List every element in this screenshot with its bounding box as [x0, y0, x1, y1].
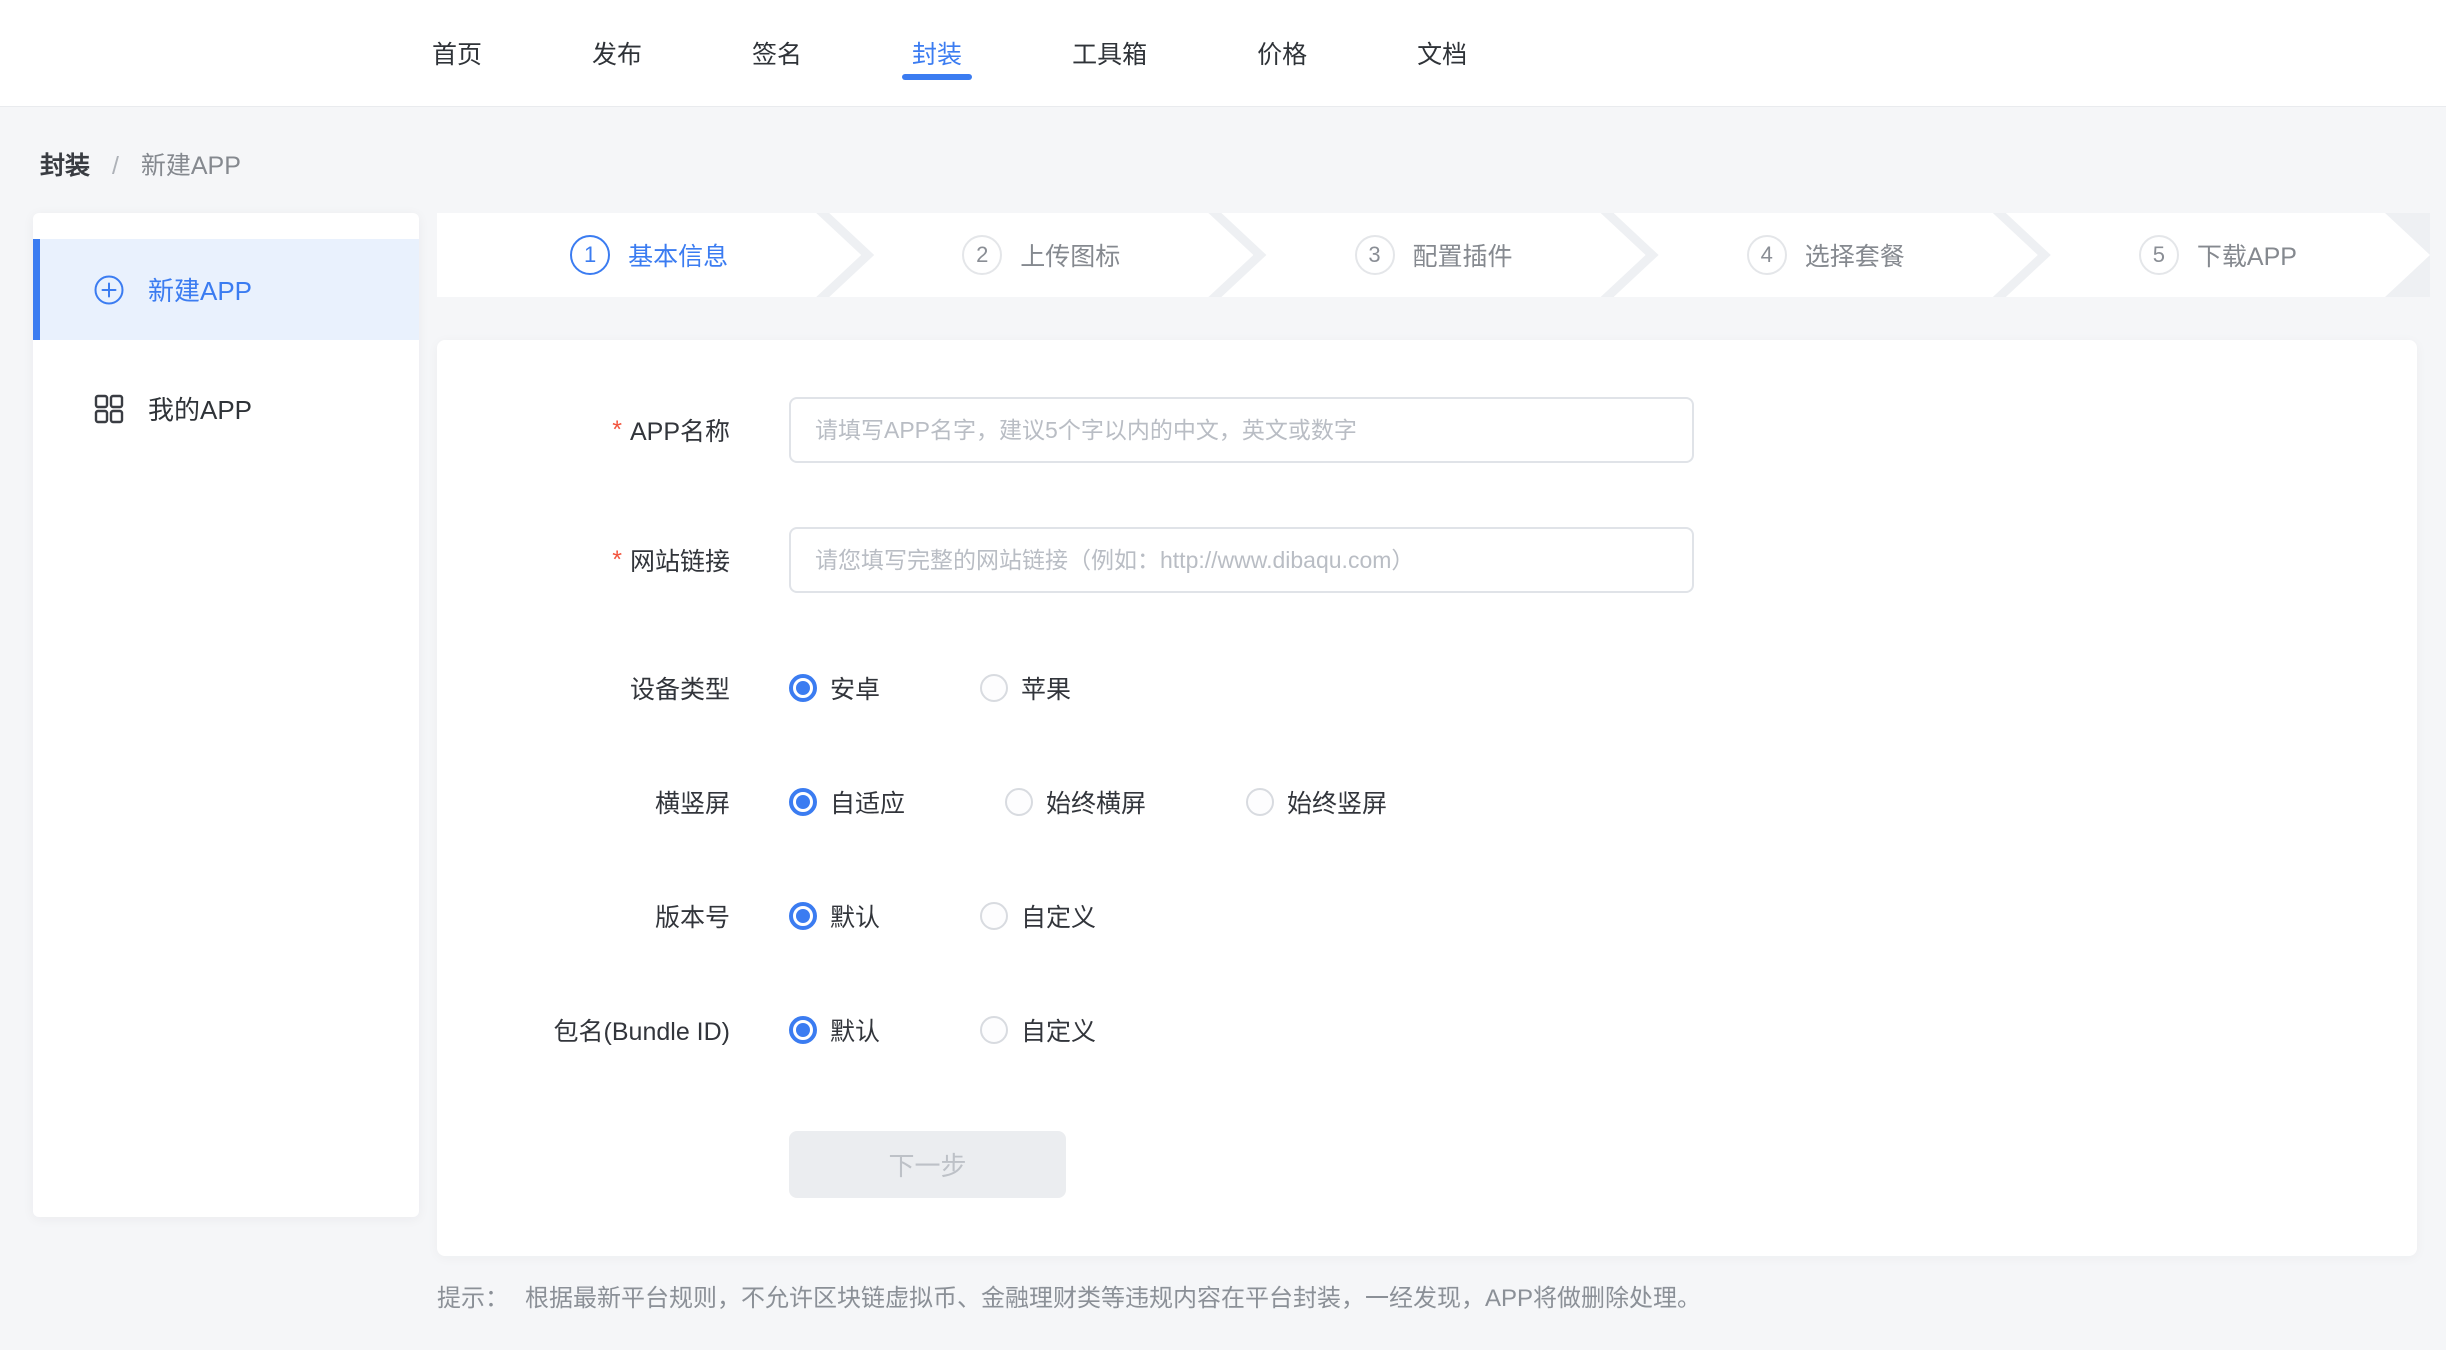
radio-selected-icon	[789, 788, 817, 816]
step-label: 上传图标	[1020, 237, 1120, 273]
required-mark: *	[612, 416, 622, 445]
sidebar-item-my-app[interactable]: 我的APP	[33, 358, 419, 459]
step-wizard: 1 基本信息 2 上传图标 3 配置插件 4 选择套餐 5 下载APP	[437, 213, 2430, 297]
footer-tip: 提示： 根据最新平台规则，不允许区块链虚拟币、金融理财类等违规内容在平台封装，一经…	[437, 1278, 1701, 1313]
radio-unselected-icon	[1005, 788, 1033, 816]
button-row: 下一步	[789, 1131, 2417, 1198]
step-5-download-app: 5 下载APP	[2006, 213, 2430, 297]
option-label: 默认	[830, 898, 880, 934]
step-1-basic-info: 1 基本信息	[437, 213, 861, 297]
option-bundle-custom[interactable]: 自定义	[980, 1012, 1096, 1048]
nav-item-docs[interactable]: 文档	[1415, 0, 1469, 106]
option-label: 安卓	[830, 670, 880, 706]
top-bar: 首页 发布 签名 封装 工具箱 价格 文档	[0, 0, 2446, 107]
step-number: 2	[962, 235, 1002, 275]
step-number: 1	[570, 235, 610, 275]
option-label: 自适应	[830, 784, 905, 820]
app-name-label: APP名称	[630, 412, 730, 448]
radio-selected-icon	[789, 902, 817, 930]
option-always-landscape[interactable]: 始终横屏	[1005, 784, 1146, 820]
form-row-app-name: * APP名称	[437, 397, 2417, 463]
breadcrumb: 封装 / 新建APP	[40, 146, 241, 182]
nav-item-pricing[interactable]: 价格	[1255, 0, 1309, 106]
step-number: 4	[1747, 235, 1787, 275]
form-row-version: 版本号 默认 自定义	[437, 896, 2417, 936]
option-label: 自定义	[1021, 898, 1096, 934]
option-apple[interactable]: 苹果	[980, 670, 1071, 706]
option-label: 始终竖屏	[1287, 784, 1387, 820]
step-label: 下载APP	[2197, 237, 2297, 273]
required-mark: *	[612, 546, 622, 575]
step-number: 5	[2139, 235, 2179, 275]
nav-item-package[interactable]: 封装	[910, 0, 964, 106]
tip-text: 根据最新平台规则，不允许区块链虚拟币、金融理财类等违规内容在平台封装，一经发现，…	[525, 1285, 1701, 1312]
radio-unselected-icon	[980, 1016, 1008, 1044]
option-label: 自定义	[1021, 1012, 1096, 1048]
radio-selected-icon	[789, 1016, 817, 1044]
option-version-default[interactable]: 默认	[789, 898, 880, 934]
field-label: * 网站链接	[437, 542, 730, 578]
breadcrumb-section[interactable]: 封装	[40, 152, 90, 180]
field-label-text: 横竖屏	[655, 784, 730, 820]
radio-unselected-icon	[980, 902, 1008, 930]
orientation-label: 横竖屏	[437, 784, 730, 820]
step-4-choose-plan: 4 选择套餐	[1614, 213, 2038, 297]
radio-selected-icon	[789, 674, 817, 702]
nav-item-publish[interactable]: 发布	[590, 0, 644, 106]
step-2-upload-icon: 2 上传图标	[829, 213, 1253, 297]
form-row-orientation: 横竖屏 自适应 始终横屏 始终竖屏	[437, 782, 2417, 822]
form-row-site-url: * 网站链接	[437, 527, 2417, 593]
radio-unselected-icon	[980, 674, 1008, 702]
bundle-id-label: 包名(Bundle ID)	[437, 1012, 730, 1048]
sidebar-item-new-app[interactable]: 新建APP	[33, 239, 419, 340]
sidebar: 新建APP 我的APP	[33, 213, 419, 1217]
breadcrumb-separator: /	[112, 152, 119, 180]
step-label: 配置插件	[1413, 237, 1513, 273]
radio-unselected-icon	[1246, 788, 1274, 816]
grid-icon	[93, 393, 125, 425]
step-label: 选择套餐	[1805, 237, 1905, 273]
option-adaptive[interactable]: 自适应	[789, 784, 905, 820]
step-number: 3	[1355, 235, 1395, 275]
next-step-button[interactable]: 下一步	[789, 1131, 1066, 1198]
breadcrumb-current: 新建APP	[141, 152, 241, 180]
option-label: 默认	[830, 1012, 880, 1048]
site-url-label: 网站链接	[630, 542, 730, 578]
field-label-text: 设备类型	[630, 670, 730, 706]
sidebar-item-label: 新建APP	[148, 271, 252, 308]
version-label: 版本号	[437, 898, 730, 934]
tip-prefix: 提示：	[437, 1285, 509, 1312]
option-android[interactable]: 安卓	[789, 670, 880, 706]
sidebar-item-label: 我的APP	[148, 390, 252, 427]
nav-item-toolbox[interactable]: 工具箱	[1070, 0, 1149, 106]
option-label: 苹果	[1021, 670, 1071, 706]
field-label-text: 包名(Bundle ID)	[554, 1012, 730, 1048]
field-label: * APP名称	[437, 412, 730, 448]
step-3-configure-plugins: 3 配置插件	[1221, 213, 1645, 297]
device-type-label: 设备类型	[437, 670, 730, 706]
option-version-custom[interactable]: 自定义	[980, 898, 1096, 934]
form-row-bundle-id: 包名(Bundle ID) 默认 自定义	[437, 1010, 2417, 1050]
nav-item-home[interactable]: 首页	[430, 0, 484, 106]
form-row-device-type: 设备类型 安卓 苹果	[437, 668, 2417, 708]
nav-item-sign[interactable]: 签名	[750, 0, 804, 106]
field-label-text: 版本号	[655, 898, 730, 934]
plus-circle-icon	[93, 274, 125, 306]
step-label: 基本信息	[628, 237, 728, 273]
basic-info-form: * APP名称 * 网站链接 设备类型 安卓 苹果	[437, 340, 2417, 1256]
site-url-input[interactable]	[789, 527, 1694, 593]
option-label: 始终横屏	[1046, 784, 1146, 820]
option-bundle-default[interactable]: 默认	[789, 1012, 880, 1048]
app-name-input[interactable]	[789, 397, 1694, 463]
top-nav: 首页 发布 签名 封装 工具箱 价格 文档	[430, 0, 2446, 106]
option-always-portrait[interactable]: 始终竖屏	[1246, 784, 1387, 820]
